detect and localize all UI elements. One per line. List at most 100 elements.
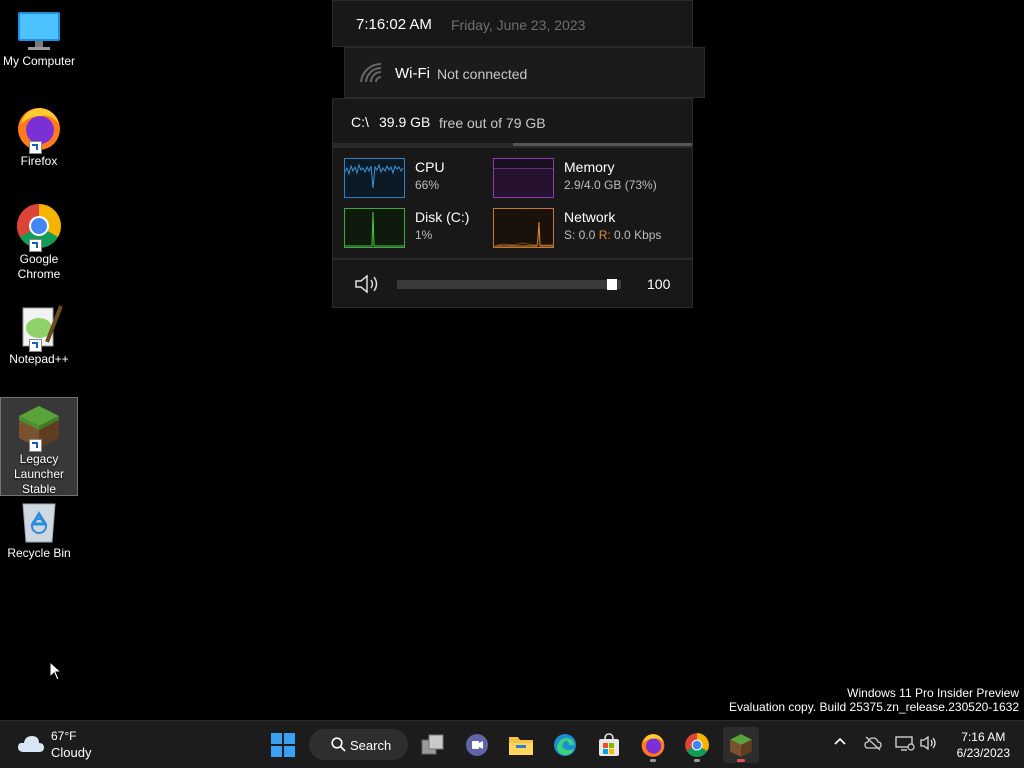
watermark-edition: Windows 11 Pro Insider Preview [847, 686, 1019, 700]
edge-icon [554, 734, 576, 756]
disk-label: Disk (C:) [415, 209, 470, 225]
firefox-icon [641, 734, 665, 757]
taskbar-date: 6/23/2023 [956, 746, 1010, 760]
minecraft-grass-block-icon [15, 402, 63, 452]
cpu-meter[interactable]: CPU 66% [344, 158, 484, 200]
cloud-icon [17, 735, 45, 758]
shortcut-arrow-icon [29, 239, 42, 252]
teams-chat-button[interactable] [459, 727, 495, 763]
wifi-widget[interactable]: Wi-Fi Not connected [344, 47, 705, 98]
start-button[interactable] [265, 727, 301, 763]
drive-widget: C:\ 39.9 GB free out of 79 GB [332, 98, 693, 147]
store-button[interactable] [591, 727, 627, 763]
taskbar-time: 7:16 AM [961, 730, 1006, 744]
memory-value: 2.9/4.0 GB (73%) [564, 178, 657, 192]
task-view-icon [421, 734, 444, 755]
shortcut-arrow-icon [29, 439, 42, 452]
folder-icon [509, 737, 533, 755]
chat-icon [466, 734, 488, 756]
edge-button[interactable] [547, 727, 583, 763]
chrome-taskbar-button[interactable] [679, 727, 715, 763]
running-indicator [650, 759, 656, 762]
desktop-icon-legacy-launcher[interactable]: Legacy Launcher Stable [0, 397, 78, 496]
volume-slider[interactable] [397, 279, 621, 290]
memory-label: Memory [564, 159, 615, 175]
firefox-taskbar-button[interactable] [635, 727, 671, 763]
chevron-up-icon[interactable] [833, 735, 847, 754]
windows-logo-icon [271, 733, 295, 757]
watermark-build: Evaluation copy. Build 25375.zn_release.… [729, 700, 1019, 714]
drive-capacity-text: free out of 79 GB [439, 115, 546, 131]
desktop-icon-label: Google Chrome [17, 252, 61, 281]
computer-icon [17, 10, 61, 52]
network-send: S: 0.0 [564, 228, 596, 242]
wifi-icon [359, 62, 383, 89]
desktop-icon-label: Recycle Bin [7, 546, 71, 560]
desktop-icon-my-computer[interactable]: My Computer [1, 10, 77, 69]
disk-graph [344, 208, 405, 248]
task-view-button[interactable] [415, 727, 451, 763]
recycle-bin-icon [19, 500, 59, 544]
desktop-icon-firefox[interactable]: Firefox [1, 104, 77, 169]
store-icon [599, 733, 619, 756]
desktop-icon-notepadpp[interactable]: Notepad++ [1, 302, 77, 367]
taskbar-search[interactable]: Search [309, 729, 408, 760]
network-meter[interactable]: Network S: 0.0 R: 0.0 Kbps [493, 208, 688, 250]
volume-fill [397, 280, 621, 289]
network-graph [493, 208, 554, 248]
speaker-icon[interactable] [354, 273, 382, 300]
memory-graph [493, 158, 554, 198]
volume-level: 100 [647, 276, 671, 292]
taskbar-clock[interactable]: 7:16 AM 6/23/2023 [957, 729, 1010, 761]
network-value: S: 0.0 R: 0.0 Kbps [564, 228, 661, 242]
weather-temperature: 67°F [51, 729, 77, 743]
search-icon [331, 737, 346, 755]
wifi-status: Not connected [437, 66, 528, 82]
taskbar: 67°F Cloudy Search 7:16 AM 6/23/2023 [0, 720, 1024, 768]
wifi-name: Wi-Fi [395, 65, 430, 82]
widget-time: 7:16:02 AM [356, 16, 432, 33]
cpu-value: 66% [415, 178, 440, 192]
disk-value: 1% [415, 228, 433, 242]
file-explorer-button[interactable] [503, 727, 539, 763]
network-receive-label: R: [598, 228, 611, 242]
shortcut-arrow-icon [29, 339, 42, 352]
windows-watermark: Windows 11 Pro Insider Preview Evaluatio… [729, 686, 1019, 714]
cpu-label: CPU [415, 159, 445, 175]
network-label: Network [564, 209, 616, 225]
drive-free-space: 39.9 GB [379, 114, 431, 130]
drive-letter: C:\ [351, 114, 369, 130]
running-indicator [737, 759, 745, 762]
search-label: Search [350, 738, 392, 753]
drive-usage-fill [333, 143, 513, 146]
network-icon[interactable] [895, 735, 915, 756]
desktop-icon-recycle-bin[interactable]: Recycle Bin [1, 500, 77, 561]
desktop-icon-label: Notepad++ [9, 352, 69, 366]
performance-widget: CPU 66% Memory 2.9/4.0 GB (73%) Disk (C:… [332, 147, 693, 259]
desktop-icon-label: Firefox [20, 154, 58, 168]
desktop-icon-label: Legacy Launcher Stable [13, 452, 65, 496]
desktop-icon-label: My Computer [2, 54, 76, 68]
volume-widget: 100 [332, 259, 693, 308]
memory-meter[interactable]: Memory 2.9/4.0 GB (73%) [493, 158, 688, 200]
volume-slider-thumb[interactable] [607, 279, 617, 290]
volume-icon[interactable] [920, 735, 938, 756]
chrome-icon [15, 202, 63, 252]
chrome-icon [685, 733, 709, 757]
legacy-launcher-taskbar-button[interactable] [723, 727, 759, 763]
desktop-icon-chrome[interactable]: Google Chrome [1, 202, 77, 282]
notepadpp-icon [15, 302, 63, 352]
disk-meter[interactable]: Disk (C:) 1% [344, 208, 484, 250]
firefox-icon [15, 104, 63, 154]
clock-widget: 7:16:02 AM Friday, June 23, 2023 [332, 0, 693, 47]
weather-condition: Cloudy [51, 745, 92, 760]
drive-usage-bar [333, 143, 692, 146]
mouse-cursor-icon [49, 660, 63, 686]
shortcut-arrow-icon [29, 141, 42, 154]
network-receive: 0.0 Kbps [614, 228, 662, 242]
minecraft-grass-block-icon [730, 734, 752, 757]
running-indicator [694, 759, 700, 762]
cpu-graph [344, 158, 405, 198]
widget-date: Friday, June 23, 2023 [451, 17, 586, 33]
onedrive-offline-icon[interactable] [864, 735, 882, 756]
